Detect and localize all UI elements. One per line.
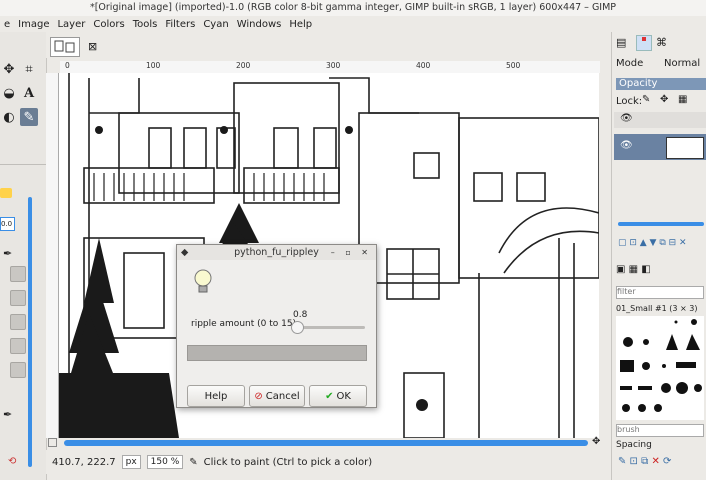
zoom-select[interactable]: 150 % <box>146 455 184 469</box>
lightbulb-icon <box>193 267 213 300</box>
window-controls-icon[interactable]: – ▫ ✕ <box>331 245 372 260</box>
channels-tab-icon[interactable] <box>636 35 652 51</box>
brush-name: 01_Small #1 (3 × 3) <box>616 304 698 313</box>
status-bar: 410.7, 222.7 px 150 % ✎ Click to paint (… <box>46 450 611 474</box>
ok-label: OK <box>336 390 351 402</box>
ruler-label: 200 <box>236 61 251 70</box>
option-button[interactable] <box>10 266 26 282</box>
pointer-coordinates: 410.7, 222.7 <box>52 456 116 468</box>
menu-image[interactable]: Image <box>14 19 53 30</box>
opacity-field[interactable]: 0.0 <box>0 217 15 231</box>
help-label: Help <box>204 390 228 402</box>
paintbrush-icon: ✎ <box>189 456 198 468</box>
help-button[interactable]: Help <box>187 385 245 407</box>
pen-icon[interactable]: ✒ <box>3 408 12 421</box>
layer-visibility-icon[interactable]: 👁 <box>620 140 633 151</box>
ruler-label: 300 <box>326 61 341 70</box>
menu-filters[interactable]: Filters <box>161 19 199 30</box>
image-tabs <box>46 32 611 58</box>
layers-header: 👁 <box>614 112 706 128</box>
layers-tab-icon[interactable]: ▤ <box>616 36 626 49</box>
progress-bar <box>187 345 367 361</box>
dodge-tool-icon[interactable]: ◐ <box>0 108 18 126</box>
ok-button[interactable]: ✔ OK <box>309 385 367 407</box>
vertical-ruler <box>46 73 59 438</box>
lock-alpha-icon[interactable]: ▦ <box>678 94 687 105</box>
visibility-icon: 👁 <box>620 113 633 124</box>
dialog-app-icon: ◆ <box>181 247 189 258</box>
brush-previews <box>620 319 702 412</box>
layer-actions[interactable]: ▢ ⊡ ▲ ▼ ⧉ ⊟ ✕ <box>618 238 687 248</box>
status-message: Click to paint (Ctrl to pick a color) <box>203 456 373 468</box>
ruler-label: 0 <box>65 61 70 70</box>
menu-bar: e Image Layer Colors Tools Filters Cyan … <box>0 16 706 32</box>
dialog-titlebar: ◆ python_fu_rippley – ▫ ✕ <box>177 245 376 260</box>
text-tool-icon[interactable]: A <box>20 84 38 102</box>
mode-label: Mode <box>616 58 644 69</box>
cancel-icon: ⊘ <box>254 390 263 402</box>
menu-layer[interactable]: Layer <box>53 19 89 30</box>
options-scrollbar[interactable] <box>28 197 32 467</box>
brushes-tab-icon[interactable]: ▣ ▦ ◧ <box>616 264 651 275</box>
unit-select[interactable]: px <box>121 455 141 469</box>
ruler-label: 500 <box>506 61 521 70</box>
pen-icon[interactable]: ✒ <box>3 247 12 260</box>
crop-tool-icon[interactable]: ⌗ <box>20 60 38 78</box>
spacing-label: Spacing <box>616 440 652 450</box>
cancel-label: Cancel <box>265 390 300 402</box>
ruler-label: 100 <box>146 61 161 70</box>
lock-pixels-icon[interactable]: ✎ <box>642 94 650 105</box>
vertical-scrollbar[interactable] <box>599 73 605 438</box>
divider <box>0 164 46 165</box>
dialog-title: python_fu_rippley <box>234 247 319 258</box>
option-button[interactable] <box>10 338 26 354</box>
navigate-icon[interactable]: ✥ <box>592 436 600 447</box>
ripple-slider-handle[interactable] <box>290 321 304 334</box>
slider-label: ripple amount (0 to 15) <box>191 319 297 329</box>
lock-position-icon[interactable]: ✥ <box>660 94 668 105</box>
option-button[interactable] <box>10 362 26 378</box>
color-swatch[interactable] <box>0 188 12 198</box>
image-tab-thumbnail[interactable] <box>50 37 80 57</box>
move-tool-icon[interactable]: ✥ <box>0 60 18 78</box>
plugin-dialog: ◆ python_fu_rippley – ▫ ✕ 0.8 ripple amo… <box>176 244 377 408</box>
horizontal-scrollbar[interactable] <box>64 440 588 446</box>
menu-windows[interactable]: Windows <box>233 19 286 30</box>
toolbox: ✥ ⌗ ◒ A ◐ ✎ 0.0 ✒ ✒ ⟲ <box>0 32 47 480</box>
opacity-slider[interactable]: Opacity <box>616 78 706 90</box>
brush-actions[interactable]: ✎ ⊡ ⧉ ✕ ⟳ <box>618 456 671 467</box>
ruler-label: 400 <box>416 61 431 70</box>
layer-row[interactable]: 👁 <box>614 134 706 160</box>
lock-label: Lock: <box>616 96 643 107</box>
check-icon: ✔ <box>325 390 334 402</box>
layer-thumbnail <box>666 137 704 159</box>
quick-mask-toggle[interactable] <box>48 438 57 447</box>
option-button[interactable] <box>10 314 26 330</box>
bucket-fill-icon[interactable]: ◒ <box>0 84 18 102</box>
mode-select[interactable]: Normal <box>664 58 700 69</box>
menu-tools[interactable]: Tools <box>129 19 162 30</box>
brush-tag-input[interactable]: brush <box>616 424 704 437</box>
paintbrush-tool-icon[interactable]: ✎ <box>20 108 38 126</box>
menu-edit[interactable]: e <box>0 19 14 30</box>
window-title: *[Original image] (imported)-1.0 (RGB co… <box>0 0 706 16</box>
brush-filter-input[interactable]: filter <box>616 286 704 299</box>
option-button[interactable] <box>10 290 26 306</box>
paths-tab-icon[interactable]: ⌘ <box>656 36 667 49</box>
reset-icon[interactable]: ⟲ <box>8 456 16 467</box>
menu-cyan[interactable]: Cyan <box>199 19 232 30</box>
menu-help[interactable]: Help <box>285 19 316 30</box>
brush-grid[interactable] <box>616 316 704 420</box>
layers-scrollbar[interactable] <box>618 222 704 226</box>
close-tab-icon[interactable]: ⊠ <box>88 40 97 53</box>
menu-colors[interactable]: Colors <box>89 19 128 30</box>
cancel-button[interactable]: ⊘ Cancel <box>249 385 305 407</box>
right-dock: ▤ ⌘ Mode Normal Opacity Lock: ✎ ✥ ▦ 👁 👁 … <box>611 32 706 480</box>
